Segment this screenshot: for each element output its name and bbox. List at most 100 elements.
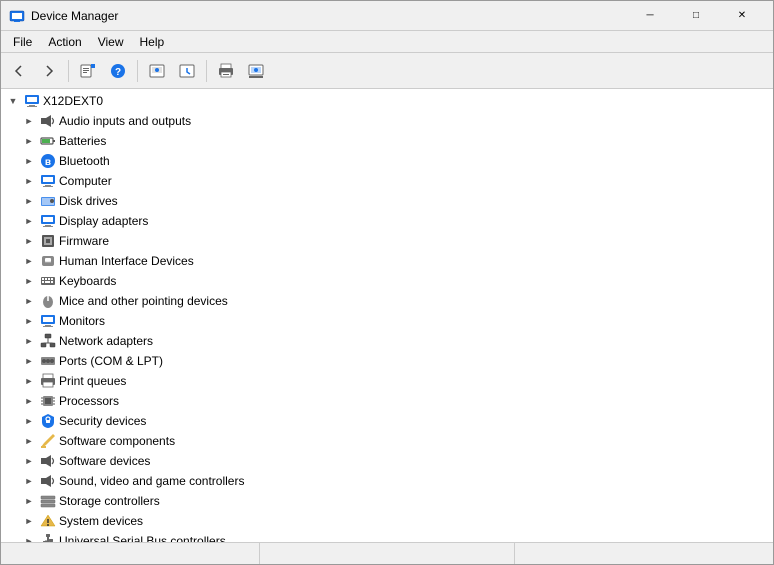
- expand-button[interactable]: ►: [21, 193, 37, 209]
- tree-item[interactable]: ►Display adapters: [1, 211, 773, 231]
- toolbar-print[interactable]: [212, 57, 240, 85]
- tree-item[interactable]: ►Software components: [1, 431, 773, 451]
- expand-button[interactable]: ►: [21, 213, 37, 229]
- tree-item[interactable]: ►Batteries: [1, 131, 773, 151]
- tree-item[interactable]: ► Network adapters: [1, 331, 773, 351]
- tree-item[interactable]: ► Monitors: [1, 311, 773, 331]
- expand-button[interactable]: ►: [21, 533, 37, 542]
- tree-item[interactable]: ► Sound, video and game controllers: [1, 471, 773, 491]
- root-expand[interactable]: ▼: [5, 93, 21, 109]
- tree-item-label: Print queues: [59, 374, 126, 388]
- tree-item[interactable]: ► Computer: [1, 171, 773, 191]
- expand-button[interactable]: ►: [21, 413, 37, 429]
- menu-help[interactable]: Help: [132, 33, 173, 51]
- expand-button[interactable]: ►: [21, 473, 37, 489]
- tree-item-label: Security devices: [59, 414, 146, 428]
- toolbar-sep-2: [137, 60, 138, 82]
- menu-bar: File Action View Help: [1, 31, 773, 53]
- tree-item[interactable]: ► Universal Serial Bus controllers: [1, 531, 773, 542]
- toolbar-back[interactable]: [5, 57, 33, 85]
- tree-item[interactable]: ► Software devices: [1, 451, 773, 471]
- port-icon: [40, 353, 56, 369]
- expand-button[interactable]: ►: [21, 493, 37, 509]
- tree-item[interactable]: ► Audio inputs and outputs: [1, 111, 773, 131]
- toolbar-help[interactable]: ?: [104, 57, 132, 85]
- expand-button[interactable]: ►: [21, 113, 37, 129]
- status-section-3: [515, 543, 769, 564]
- tree-root[interactable]: ▼ X12DEXT0: [1, 91, 773, 111]
- expand-button[interactable]: ►: [21, 133, 37, 149]
- tree-item[interactable]: ►ʙBluetooth: [1, 151, 773, 171]
- sound-icon: [40, 473, 56, 489]
- software-icon: [40, 433, 56, 449]
- tree-item-label: Keyboards: [59, 274, 116, 288]
- expand-button[interactable]: ►: [21, 313, 37, 329]
- maximize-button[interactable]: □: [673, 1, 719, 31]
- menu-file[interactable]: File: [5, 33, 40, 51]
- tree-item[interactable]: ►Processors: [1, 391, 773, 411]
- expand-button[interactable]: ►: [21, 153, 37, 169]
- expand-button[interactable]: ►: [21, 173, 37, 189]
- expand-button[interactable]: ►: [21, 433, 37, 449]
- tree-item-label: Bluetooth: [59, 154, 110, 168]
- expand-button[interactable]: ►: [21, 373, 37, 389]
- firmware-icon: [40, 233, 56, 249]
- sound-icon: [40, 113, 56, 129]
- menu-view[interactable]: View: [90, 33, 132, 51]
- security-icon: [40, 413, 56, 429]
- menu-action[interactable]: Action: [40, 33, 89, 51]
- network-icon: [40, 333, 56, 349]
- tree-item[interactable]: ► Security devices: [1, 411, 773, 431]
- tree-item[interactable]: ►Human Interface Devices: [1, 251, 773, 271]
- toolbar-sep-1: [68, 60, 69, 82]
- expand-button[interactable]: ►: [21, 393, 37, 409]
- tree-item-label: Sound, video and game controllers: [59, 474, 244, 488]
- tree-item-label: Computer: [59, 174, 112, 188]
- window-title: Device Manager: [31, 9, 627, 23]
- svg-text:?: ?: [115, 67, 121, 78]
- expand-button[interactable]: ►: [21, 513, 37, 529]
- tree-item-label: Software devices: [59, 454, 150, 468]
- storage-icon: [40, 493, 56, 509]
- expand-button[interactable]: ►: [21, 453, 37, 469]
- disk-icon: [40, 193, 56, 209]
- tree-item[interactable]: ► Keyboards: [1, 271, 773, 291]
- expand-button[interactable]: ►: [21, 333, 37, 349]
- status-section-2: [260, 543, 515, 564]
- tree-item[interactable]: ► Print queues: [1, 371, 773, 391]
- toolbar-forward[interactable]: [35, 57, 63, 85]
- tree-item[interactable]: ► Storage controllers: [1, 491, 773, 511]
- software-icon: [40, 453, 56, 469]
- tree-item[interactable]: ► Firmware: [1, 231, 773, 251]
- tree-item-label: Monitors: [59, 314, 105, 328]
- minimize-button[interactable]: ─: [627, 1, 673, 31]
- tree-item-label: Firmware: [59, 234, 109, 248]
- expand-button[interactable]: ►: [21, 273, 37, 289]
- close-button[interactable]: ✕: [719, 1, 765, 31]
- device-manager-window: Device Manager ─ □ ✕ File Action View He…: [0, 0, 774, 565]
- display-icon: [40, 213, 56, 229]
- tree-item[interactable]: ►Ports (COM & LPT): [1, 351, 773, 371]
- expand-button[interactable]: ►: [21, 253, 37, 269]
- tree-item-label: Universal Serial Bus controllers: [59, 534, 226, 542]
- toolbar-update[interactable]: [173, 57, 201, 85]
- tree-item-label: Network adapters: [59, 334, 153, 348]
- expand-button[interactable]: ►: [21, 353, 37, 369]
- toolbar-view[interactable]: [242, 57, 270, 85]
- expand-button[interactable]: ►: [21, 233, 37, 249]
- tree-item[interactable]: ►Mice and other pointing devices: [1, 291, 773, 311]
- tree-item[interactable]: ► Disk drives: [1, 191, 773, 211]
- toolbar-properties[interactable]: [74, 57, 102, 85]
- usb-icon: [40, 533, 56, 542]
- tree-item-label: Disk drives: [59, 194, 118, 208]
- window-controls: ─ □ ✕: [627, 1, 765, 31]
- tree-item-label: Storage controllers: [59, 494, 160, 508]
- tree-view[interactable]: ▼ X12DEXT0 ► Audio inputs and outputs ►Bat…: [1, 89, 773, 542]
- toolbar: ?: [1, 53, 773, 89]
- system-icon: [40, 513, 56, 529]
- toolbar-scan[interactable]: [143, 57, 171, 85]
- tree-item[interactable]: ► System devices: [1, 511, 773, 531]
- tree-item-label: System devices: [59, 514, 143, 528]
- expand-button[interactable]: ►: [21, 293, 37, 309]
- tree-item-label: Audio inputs and outputs: [59, 114, 191, 128]
